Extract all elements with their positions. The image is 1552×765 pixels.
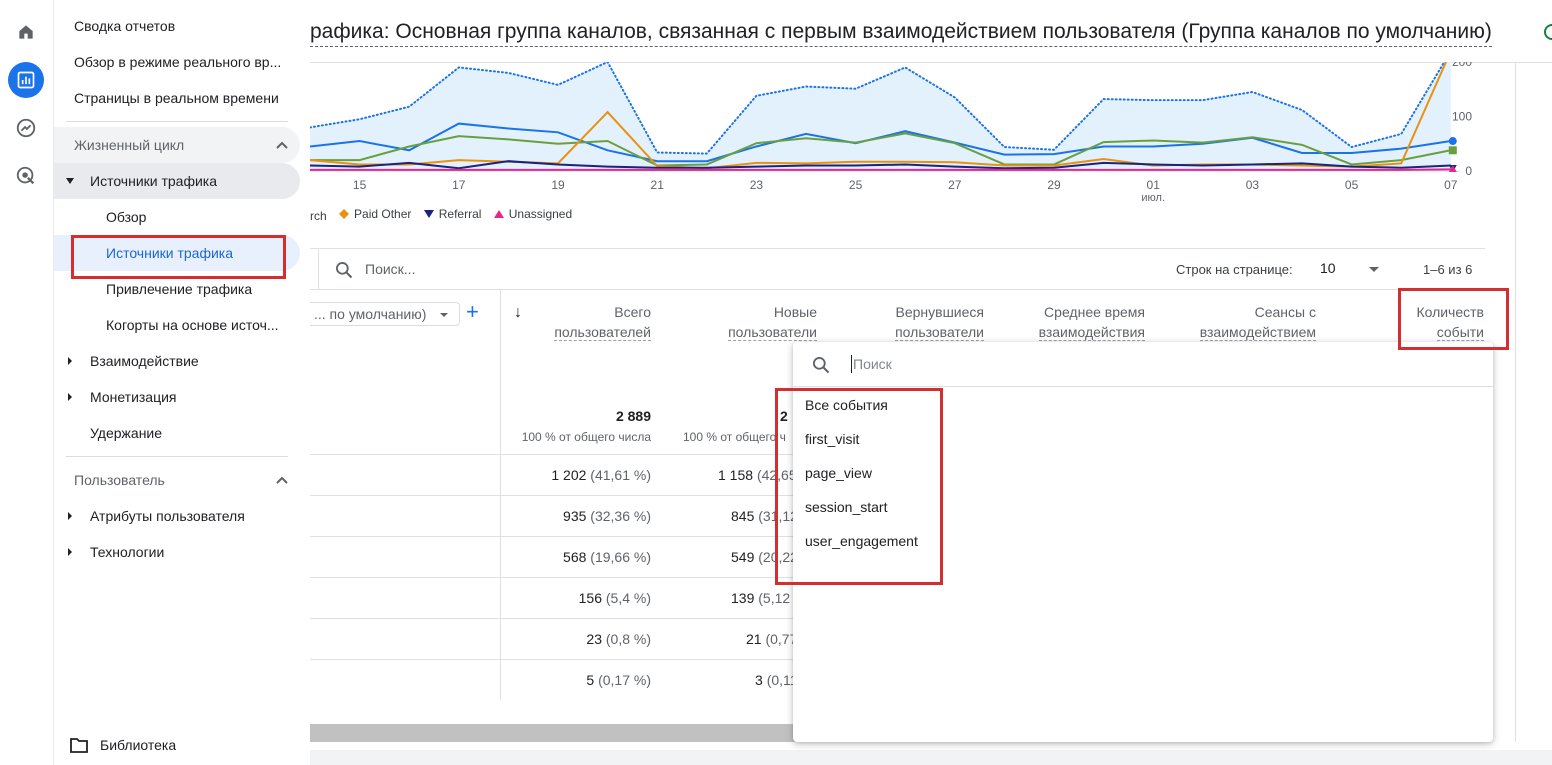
- table-row: 5 (0,17 %): [586, 672, 651, 688]
- sidebar-section-user[interactable]: Пользователь: [74, 462, 288, 498]
- caret-right-icon: [68, 548, 72, 556]
- dropdown-option-first-visit[interactable]: first_visit: [805, 431, 859, 447]
- text-cursor: [851, 355, 852, 373]
- dimension-select[interactable]: ... по умолчанию): [310, 302, 460, 326]
- y-tick-label: 0: [1465, 164, 1472, 178]
- x-tick-label: 23: [750, 178, 764, 192]
- dropdown-option-user-engagement[interactable]: user_engagement: [805, 533, 918, 549]
- x-tick-label: 15: [353, 178, 367, 192]
- card-border: [1515, 62, 1516, 742]
- table-row: 568 (19,66 %): [563, 549, 651, 565]
- dropdown-option-page-view[interactable]: page_view: [805, 465, 872, 481]
- sidebar-item-reports-snapshot[interactable]: Сводка отчетов: [74, 8, 320, 44]
- search-icon: [813, 357, 830, 374]
- sidebar-section-lifecycle[interactable]: Жизненный цикл: [74, 127, 288, 163]
- divider: [318, 249, 319, 289]
- x-tick-label: 07: [1444, 178, 1458, 192]
- table-row: 935 (32,36 %): [563, 508, 651, 524]
- caret-right-icon: [68, 357, 72, 365]
- triangle-down-icon: [423, 210, 434, 218]
- column-header-engaged-sessions[interactable]: Сеансы с взаимодействием: [1176, 302, 1316, 342]
- legend-item-paid-other[interactable]: Paid Other: [338, 207, 411, 221]
- page-footer: [310, 750, 1552, 765]
- x-tick-label: 01: [1147, 178, 1161, 192]
- table-top-divider: [310, 248, 1485, 249]
- page-title: рафика: Основная группа каналов, связанн…: [310, 18, 1492, 47]
- advertising-icon[interactable]: [8, 158, 44, 194]
- x-tick-label: 05: [1345, 178, 1359, 192]
- caret-right-icon: [68, 512, 72, 520]
- home-icon[interactable]: [8, 14, 44, 50]
- series-end-marker: [1448, 146, 1457, 155]
- caret-right-icon: [68, 393, 72, 401]
- sidebar-item-cohorts[interactable]: Когорты на основе источ...: [106, 307, 288, 343]
- table-row: 1 202 (41,61 %): [551, 467, 651, 483]
- sort-desc-icon[interactable]: ↓: [514, 304, 522, 322]
- triangle-up-icon: [493, 210, 504, 218]
- rows-per-page-select[interactable]: 10: [1320, 260, 1336, 276]
- toolbar-divider: [310, 289, 1485, 290]
- sidebar-item-realtime-overview[interactable]: Обзор в режиме реального вр...: [74, 44, 296, 80]
- x-tick-label: 29: [1047, 178, 1061, 192]
- x-tick-label: 27: [948, 178, 962, 192]
- series-line-5: [310, 168, 1451, 171]
- dropdown-option-all-events[interactable]: Все события: [805, 397, 888, 413]
- divider: [66, 121, 288, 122]
- sidebar-item-tech[interactable]: Технологии: [90, 534, 336, 570]
- rows-per-page-label: Строк на странице:: [1176, 262, 1293, 277]
- chevron-up-icon: [276, 476, 288, 484]
- x-tick-label: 21: [651, 178, 665, 192]
- diamond-icon: [339, 209, 350, 219]
- table-row: 156 (5,4 %): [578, 590, 651, 606]
- y-tick-label: 200: [1452, 62, 1472, 69]
- divider: [793, 386, 1493, 387]
- explore-icon[interactable]: [8, 110, 44, 146]
- x-sublabel: июл.: [1141, 192, 1165, 204]
- x-tick-label: 19: [551, 178, 565, 192]
- dropdown-option-session-start[interactable]: session_start: [805, 499, 887, 515]
- event-select-dropdown: Поиск Все события first_visit page_view …: [793, 342, 1493, 742]
- sidebar: Сводка отчетов Обзор в режиме реального …: [54, 0, 310, 765]
- series-end-marker: [1448, 137, 1457, 146]
- sidebar-item-monetization[interactable]: Монетизация: [90, 379, 336, 415]
- pagination-text: 1–6 из 6: [1423, 262, 1473, 277]
- legend-item-referral[interactable]: Referral: [423, 207, 481, 221]
- legend-item[interactable]: rch: [310, 209, 327, 223]
- column-header-avg-engagement[interactable]: Среднее время взаимодействия: [1010, 302, 1145, 342]
- status-check-icon: [1544, 24, 1552, 40]
- sidebar-item-realtime-pages[interactable]: Страницы в реальном времени: [74, 80, 320, 116]
- caret-down-icon: [66, 178, 74, 184]
- sidebar-item-library[interactable]: Библиотека: [70, 727, 316, 763]
- dropdown-arrow-icon: [440, 313, 448, 317]
- dropdown-arrow-icon[interactable]: [1368, 266, 1380, 273]
- sidebar-item-engagement[interactable]: Взаимодействие: [90, 343, 336, 379]
- nav-rail: [0, 0, 54, 765]
- horizontal-scrollbar[interactable]: [310, 724, 795, 742]
- reports-icon[interactable]: [8, 62, 44, 98]
- sidebar-item-user-attributes[interactable]: Атрибуты пользователя: [90, 498, 336, 534]
- sidebar-item-traffic-group[interactable]: Источники трафика: [90, 163, 336, 199]
- legend-item-unassigned[interactable]: Unassigned: [493, 207, 572, 221]
- divider: [66, 456, 288, 457]
- x-tick-label: 03: [1246, 178, 1260, 192]
- column-header-returning-users[interactable]: Вернувшиеся пользователи: [850, 302, 984, 342]
- x-tick-label: 25: [849, 178, 863, 192]
- total-users-pct: 100 % от общего числа: [521, 430, 651, 444]
- column-header-event-count[interactable]: Количеств событи: [1400, 302, 1484, 342]
- search-icon: [336, 262, 353, 279]
- dropdown-search-input[interactable]: Поиск: [853, 356, 892, 372]
- add-dimension-button[interactable]: +: [466, 300, 479, 324]
- y-tick-label: 100: [1452, 110, 1472, 124]
- total-users-value: 2 889: [615, 408, 651, 424]
- sidebar-item-retention[interactable]: Удержание: [90, 415, 336, 451]
- chevron-up-icon: [276, 141, 288, 149]
- column-header-total-users[interactable]: Всего пользователей: [530, 302, 651, 342]
- column-header-new-users[interactable]: Новые пользователи: [696, 302, 817, 342]
- chart-legend: rch Paid Other Referral Unassigned: [310, 207, 580, 223]
- x-tick-label: 17: [452, 178, 466, 192]
- folder-icon: [70, 738, 88, 753]
- table-row: 23 (0,8 %): [586, 631, 651, 647]
- table-search-input[interactable]: Поиск...: [365, 261, 415, 277]
